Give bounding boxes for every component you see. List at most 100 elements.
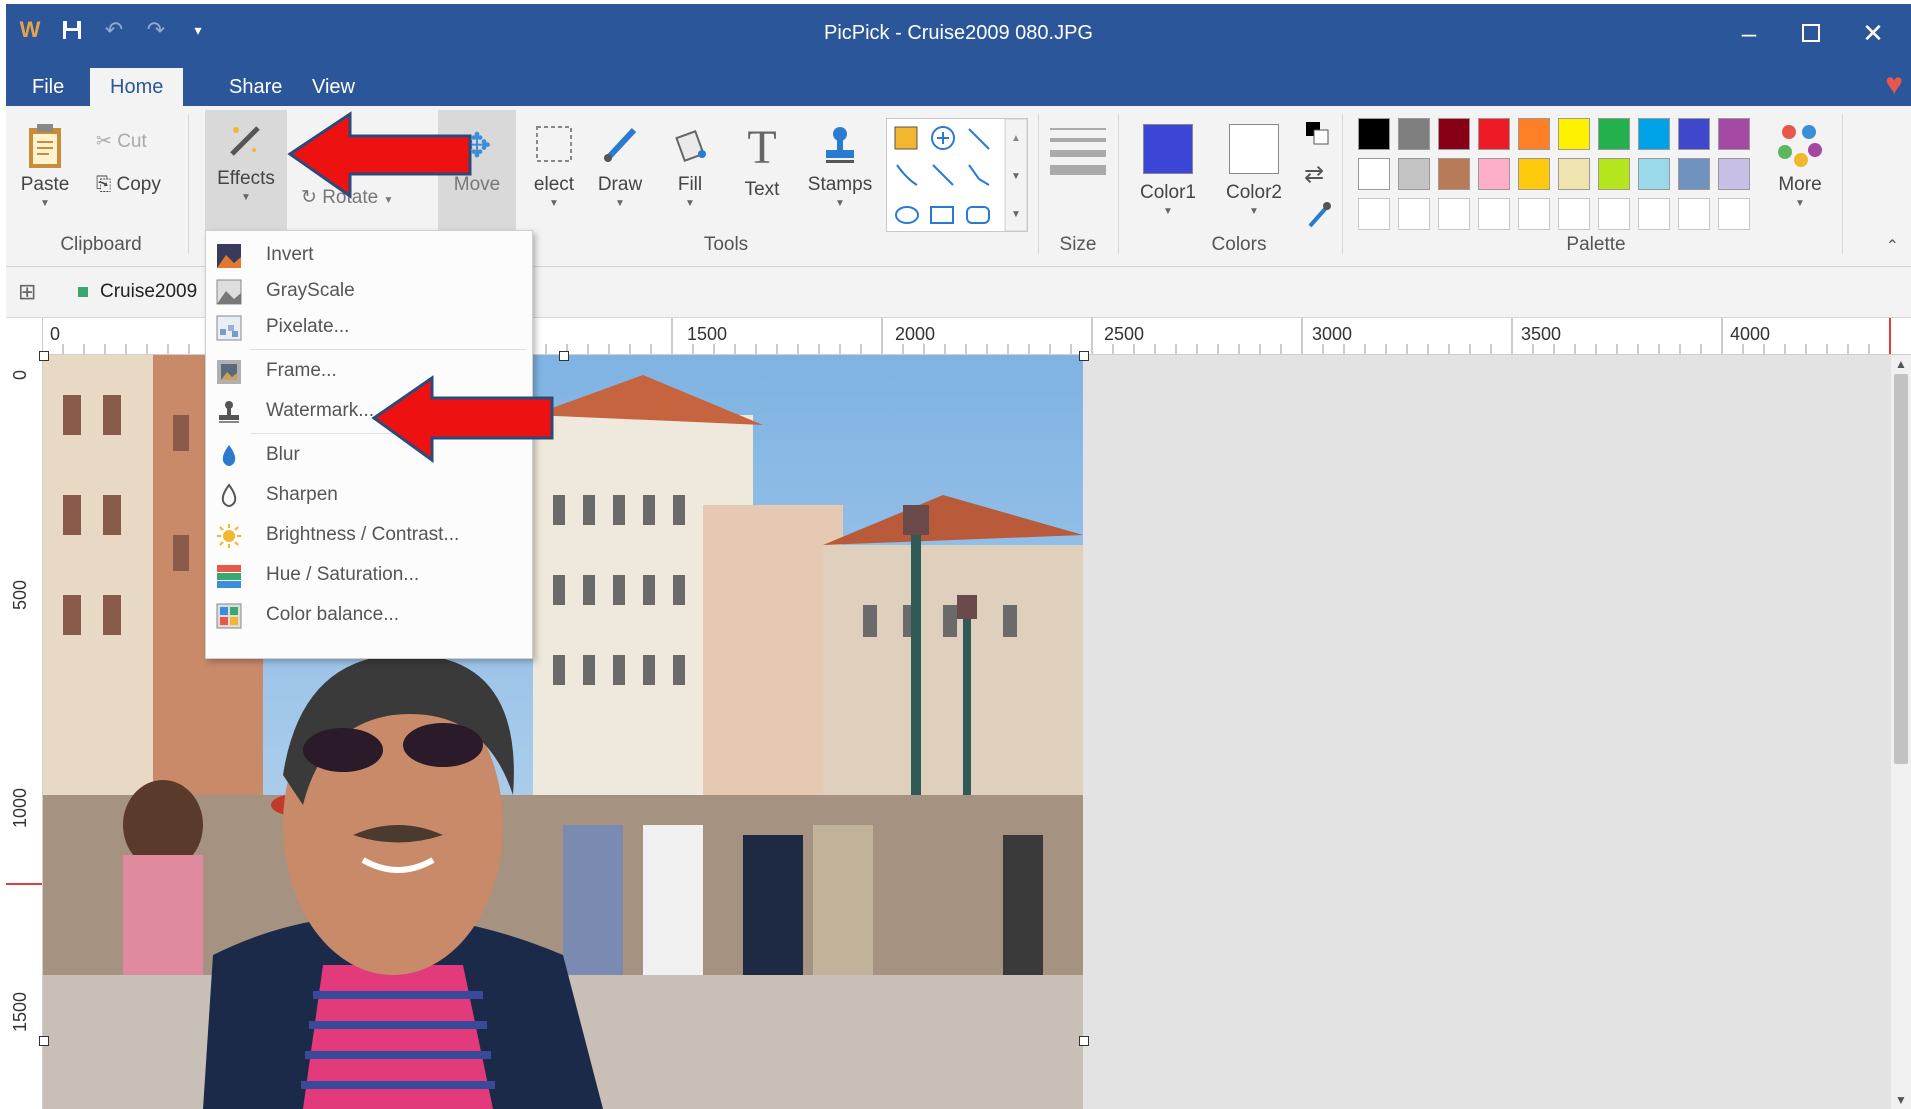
stamp-icon [804,124,876,164]
text-label: Text [744,179,780,200]
tab-share[interactable]: Share [209,68,302,106]
palette-swatch[interactable] [1478,158,1510,190]
shapes-gallery[interactable]: ▲ ▼ ▼ [886,118,1028,232]
default-colors-icon[interactable] [1304,120,1330,151]
resize-handle[interactable] [1079,351,1089,361]
annotation-arrow-watermark [371,375,554,463]
palette-swatch[interactable] [1398,158,1430,190]
ruler-label: 1500 [687,324,728,344]
separator [1842,114,1843,254]
ruler-label: 1500 [10,991,30,1032]
menu-item-brightness-contrast[interactable]: Brightness / Contrast... [206,517,532,553]
palette-swatch[interactable] [1598,158,1630,190]
palette-swatch[interactable] [1398,198,1430,230]
resize-handle[interactable] [39,1036,49,1046]
palette-swatch[interactable] [1438,158,1470,190]
cut-button[interactable]: ✂ Cut [96,130,147,153]
collapse-ribbon-icon[interactable]: ⌃ [1886,236,1899,256]
menu-item-invert[interactable]: Invert [206,237,532,273]
palette-swatch[interactable] [1358,118,1390,150]
tab-file[interactable]: File [12,68,84,106]
fill-button[interactable]: Fill ▼ [660,124,720,209]
menu-item-grayscale[interactable]: GrayScale [206,273,532,309]
palette-swatch[interactable] [1558,198,1590,230]
palette-swatch[interactable] [1478,198,1510,230]
stamps-dropdown-icon: ▼ [835,198,845,209]
resize-handle[interactable] [1079,1036,1089,1046]
swap-colors-icon[interactable]: ⇄ [1304,160,1324,189]
stamps-button[interactable]: Stamps ▼ [804,124,876,209]
text-t-icon: T [747,121,777,174]
palette-swatch[interactable] [1358,158,1390,190]
scrollbar-thumb[interactable] [1894,374,1908,764]
menu-item-label: GrayScale [266,280,355,301]
palette-swatch[interactable] [1518,158,1550,190]
grid-view-icon[interactable]: ⊞ [18,279,36,305]
menu-item-sharpen[interactable]: Sharpen [206,477,532,513]
palette-swatch[interactable] [1558,118,1590,150]
palette-swatch[interactable] [1518,198,1550,230]
heart-icon[interactable]: ♥ [1885,68,1903,102]
palette-swatch[interactable] [1638,158,1670,190]
palette-swatch[interactable] [1598,118,1630,150]
window-controls: – ✕ [1729,4,1893,62]
scroll-down-icon[interactable]: ▼ [1895,1093,1907,1107]
menu-item-label: Frame... [266,360,337,381]
minimize-icon[interactable]: – [1729,13,1769,53]
ruler-label: 500 [10,579,30,610]
menu-item-label: Watermark... [266,400,375,421]
ruler-label: 0 [10,369,30,380]
ruler-label: 3000 [1312,324,1353,344]
palette-swatch[interactable] [1438,118,1470,150]
palette-swatch[interactable] [1678,158,1710,190]
resize-handle[interactable] [559,351,569,361]
eyedropper-icon[interactable] [1306,200,1332,235]
scroll-up-icon[interactable]: ▲ [1895,357,1907,371]
copy-button[interactable]: ⎘ Copy [96,174,161,196]
palette-swatch[interactable] [1398,118,1430,150]
menu-item-hue-saturation[interactable]: Hue / Saturation... [206,557,532,593]
palette-swatch[interactable] [1638,198,1670,230]
palette-swatch[interactable] [1358,198,1390,230]
palette-swatch[interactable] [1558,158,1590,190]
paste-dropdown-icon: ▼ [40,198,50,209]
palette-swatch[interactable] [1438,198,1470,230]
separator [1342,114,1343,254]
palette-swatch[interactable] [1678,118,1710,150]
palette-swatch[interactable] [1718,118,1750,150]
select-button[interactable]: elect ▼ [524,124,584,209]
palette-swatch[interactable] [1598,198,1630,230]
size-button[interactable] [1050,124,1106,194]
color1-label: Color1 [1140,182,1196,203]
close-icon[interactable]: ✕ [1853,13,1893,53]
menu-item-label: Blur [266,444,300,465]
palette-swatch[interactable] [1718,198,1750,230]
draw-button[interactable]: Draw ▼ [590,124,650,209]
effects-button[interactable]: Effects ▼ [205,110,287,230]
menu-item-pixelate[interactable]: Pixelate... [206,309,532,345]
ruler-label: 2000 [895,324,936,344]
palette-swatch[interactable] [1478,118,1510,150]
watermark-stamp-icon [219,401,239,423]
brush-icon [590,124,650,164]
water-drop-icon [222,445,236,466]
text-button[interactable]: T Text [732,120,792,201]
menu-item-color-balance[interactable]: Color balance... [206,597,532,633]
svg-text:▼: ▼ [1011,171,1021,182]
palette-swatch[interactable] [1518,118,1550,150]
photo-image[interactable] [43,355,1083,1109]
more-colors-button[interactable]: More ▼ [1768,120,1832,209]
palette-swatch[interactable] [1718,158,1750,190]
palette-swatch[interactable] [1638,118,1670,150]
document-tab[interactable]: Cruise2009 [68,277,207,307]
invert-icon [217,244,241,268]
menu-item-label: Brightness / Contrast... [266,524,460,545]
resize-handle[interactable] [39,351,49,361]
color2-button[interactable]: Color2 ▼ [1220,124,1288,217]
paste-button[interactable]: Paste ▼ [20,122,70,209]
maximize-icon[interactable] [1791,13,1831,53]
color1-button[interactable]: Color1 ▼ [1134,124,1202,217]
tab-view[interactable]: View [292,68,375,106]
palette-swatch[interactable] [1678,198,1710,230]
tab-home[interactable]: Home [90,68,184,106]
